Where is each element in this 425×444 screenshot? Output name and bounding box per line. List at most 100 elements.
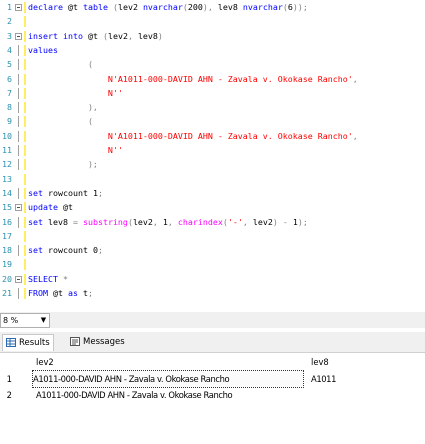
code-text: set lev8 = substring(lev2, 1, charindex(… (28, 217, 308, 228)
change-marker (24, 16, 26, 28)
code-token: N'' (28, 145, 123, 155)
fold-guide (18, 187, 19, 199)
fold-guide (18, 87, 19, 99)
code-token: , (127, 30, 138, 41)
code-text: ( (28, 59, 93, 70)
code-line[interactable]: 12 ); (0, 159, 425, 171)
change-marker (24, 30, 26, 42)
fold-margin (13, 245, 23, 257)
code-line[interactable]: 7 N'' (0, 87, 425, 99)
line-number: 7 (7, 87, 12, 98)
code-token: ), (28, 102, 98, 113)
code-line[interactable]: 4 values (0, 44, 425, 56)
code-line[interactable]: 3 insert into @t (lev2, lev8) (0, 30, 425, 42)
zoom-select[interactable]: 8 % ▼ (0, 313, 50, 328)
code-token: , (242, 216, 253, 227)
row-number: 1 (6, 374, 12, 384)
code-token: @t (87, 30, 103, 41)
line-number: 6 (7, 73, 12, 84)
line-number: 9 (7, 116, 12, 127)
chevron-down-icon[interactable]: ▼ (39, 315, 48, 326)
line-number: 10 (2, 130, 12, 141)
fold-margin (13, 59, 23, 71)
collapse-icon[interactable] (15, 32, 22, 40)
cell-lev2[interactable]: A1011-000-DAVID AHN - Zavala v. Okokase … (36, 387, 233, 403)
collapse-icon[interactable] (15, 204, 22, 212)
code-token: FROM (28, 288, 53, 298)
fold-margin (13, 73, 23, 85)
fold-margin (13, 259, 23, 270)
fold-margin (13, 231, 23, 242)
code-token: nvarchar (242, 2, 283, 12)
column-header-lev8[interactable]: lev8 (311, 355, 329, 369)
code-text: set rowcount 0; (28, 245, 103, 256)
column-header-lev2[interactable]: lev2 (36, 355, 54, 369)
cell-lev8[interactable]: A1011 (311, 371, 336, 387)
code-text: FROM @t as t; (28, 288, 93, 299)
grid-icon (6, 338, 16, 347)
tab-messages[interactable]: Messages (67, 334, 128, 350)
change-marker (24, 159, 26, 171)
collapse-icon[interactable] (15, 275, 22, 283)
code-token: lev8 (217, 2, 243, 12)
code-line[interactable]: 11 N'' (0, 145, 425, 156)
change-marker (24, 173, 26, 185)
collapse-icon[interactable] (15, 4, 22, 11)
code-line[interactable]: 19 (0, 259, 425, 271)
code-line[interactable]: 6 N'A1011-000-DAVID AHN - Zavala v. Okok… (0, 73, 425, 85)
code-text: ( (28, 116, 93, 127)
change-marker (24, 116, 26, 128)
change-marker (24, 2, 26, 13)
code-token: ; (97, 245, 103, 256)
code-line[interactable]: 13 (0, 173, 425, 185)
sql-editor[interactable]: 1 declare @t table (lev2 nvarchar(200), l… (0, 0, 425, 310)
change-marker (24, 73, 26, 85)
code-line[interactable]: 1 declare @t table (lev2 nvarchar(200), l… (0, 2, 425, 13)
code-text: declare @t table (lev2 nvarchar(200), le… (28, 2, 308, 13)
fold-guide (18, 44, 19, 56)
code-line[interactable]: 18 set rowcount 0; (0, 245, 425, 257)
code-line[interactable]: 15 update @t (0, 202, 425, 214)
table-row[interactable]: 2 A1011-000-DAVID AHN - Zavala v. Okokas… (0, 387, 425, 403)
line-number: 15 (2, 202, 12, 213)
results-grid[interactable]: lev2 lev8 1 A1011-000-DAVID AHN - Zavala… (0, 353, 425, 444)
code-token: ( (28, 59, 93, 70)
code-token: ( (28, 116, 93, 127)
code-line[interactable]: 8 ), (0, 102, 425, 114)
code-text: ), (28, 102, 98, 113)
code-line[interactable]: 9 ( (0, 116, 425, 128)
code-token: values (28, 44, 58, 55)
code-token: , (352, 130, 358, 141)
code-token: lev2 (252, 216, 273, 227)
code-line[interactable]: 21 FROM @t as t; (0, 288, 425, 299)
code-token: ) (157, 30, 163, 41)
fold-margin (13, 159, 23, 171)
code-line[interactable]: 20 SELECT * (0, 273, 425, 285)
change-marker (24, 230, 26, 242)
code-token: N'A1011-000-DAVID AHN - Zavala v. Okokas… (28, 130, 353, 141)
code-token: ) - (272, 216, 293, 227)
fold-guide (18, 159, 19, 171)
code-token: as (67, 288, 83, 298)
cell-lev2[interactable]: A1011-000-DAVID AHN - Zavala v. Okokase … (32, 370, 304, 388)
code-line[interactable]: 16 set lev8 = substring(lev2, 1, charinde… (0, 216, 425, 228)
fold-margin (13, 116, 23, 128)
code-line[interactable]: 5 ( (0, 59, 425, 71)
line-number: 1 (7, 2, 12, 12)
code-line[interactable]: 10 N'A1011-000-DAVID AHN - Zavala v. Oko… (0, 130, 425, 142)
table-row[interactable]: 1 A1011-000-DAVID AHN - Zavala v. Okokas… (0, 370, 425, 388)
tab-results[interactable]: Results (2, 334, 54, 351)
change-marker (24, 59, 26, 71)
line-number: 4 (7, 44, 12, 55)
code-line[interactable]: 2 (0, 16, 425, 28)
tab-results-label: Results (19, 338, 50, 348)
code-line[interactable]: 14 set rowcount 1; (0, 187, 425, 199)
code-token: = (72, 216, 83, 227)
change-marker (24, 202, 26, 214)
code-text: SELECT * (28, 274, 68, 285)
change-marker (24, 273, 26, 285)
code-line[interactable]: 17 (0, 230, 425, 242)
code-token: substring (82, 216, 128, 227)
code-text: insert into @t (lev2, lev8) (28, 31, 163, 42)
line-number: 18 (2, 245, 12, 256)
